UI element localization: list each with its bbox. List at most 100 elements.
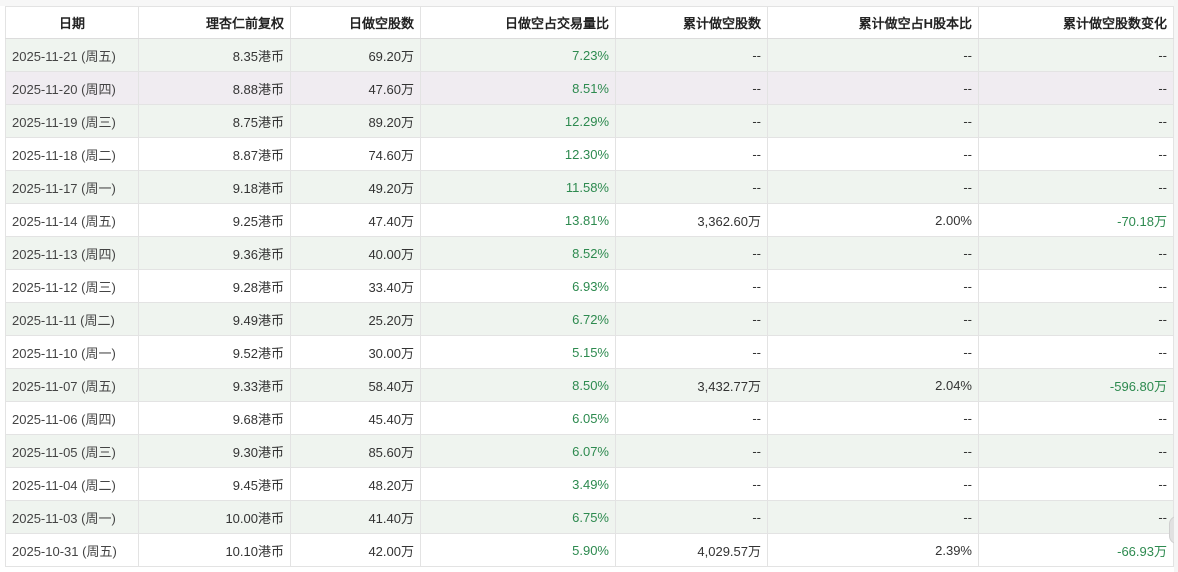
cell-short-ratio: 6.07%	[420, 434, 616, 468]
cell-date: 2025-11-07 (周五)	[5, 368, 139, 402]
cell-cum-ratio: 2.04%	[767, 368, 979, 402]
cell-date: 2025-11-19 (周三)	[5, 104, 139, 138]
header-cum-ratio[interactable]: 累计做空占H股本比	[767, 6, 979, 39]
table-row[interactable]: 2025-11-14 (周五) 9.25港币 47.40万 13.81% 3,362.6…	[5, 203, 1174, 237]
cell-short-shares: 89.20万	[290, 104, 421, 138]
table-row[interactable]: 2025-11-17 (周一) 9.18港币 49.20万 11.58% -- -- --	[5, 170, 1174, 204]
cell-cum-ratio: --	[767, 302, 979, 336]
cell-cum-ratio: --	[767, 401, 979, 435]
cell-short-shares: 33.40万	[290, 269, 421, 303]
cell-short-shares: 48.20万	[290, 467, 421, 501]
cell-cum-change: -66.93万	[978, 533, 1174, 567]
cell-cum-ratio: --	[767, 335, 979, 369]
cell-date: 2025-11-11 (周二)	[5, 302, 139, 336]
cell-date: 2025-11-18 (周二)	[5, 137, 139, 171]
table-row[interactable]: 2025-11-11 (周二) 9.49港币 25.20万 6.72% -- -- --	[5, 302, 1174, 336]
cell-cum-change: --	[978, 434, 1174, 468]
cell-price: 9.36港币	[138, 236, 291, 270]
header-short-shares[interactable]: 日做空股数	[290, 6, 421, 39]
cell-cum-ratio: --	[767, 71, 979, 105]
table-row[interactable]: 2025-11-18 (周二) 8.87港币 74.60万 12.30% -- -- --	[5, 137, 1174, 171]
cell-cum-ratio: 2.39%	[767, 533, 979, 567]
table-row[interactable]: 2025-11-05 (周三) 9.30港币 85.60万 6.07% -- -- --	[5, 434, 1174, 468]
header-price[interactable]: 理杏仁前复权	[138, 6, 291, 39]
cell-price: 10.10港币	[138, 533, 291, 567]
cell-cum-change: --	[978, 38, 1174, 72]
cell-cum-short: 3,432.77万	[615, 368, 768, 402]
cell-short-ratio: 6.05%	[420, 401, 616, 435]
cell-price: 8.35港币	[138, 38, 291, 72]
cell-price: 9.49港币	[138, 302, 291, 336]
cell-date: 2025-11-21 (周五)	[5, 38, 139, 72]
cell-cum-ratio: --	[767, 170, 979, 204]
cell-cum-change: --	[978, 137, 1174, 171]
cell-date: 2025-11-17 (周一)	[5, 170, 139, 204]
cell-date: 2025-11-04 (周二)	[5, 467, 139, 501]
cell-short-ratio: 5.90%	[420, 533, 616, 567]
cell-date: 2025-11-12 (周三)	[5, 269, 139, 303]
cell-cum-short: --	[615, 269, 768, 303]
cell-cum-change: --	[978, 500, 1174, 534]
table-body: 2025-11-21 (周五) 8.35港币 69.20万 7.23% -- -- -- 20…	[5, 38, 1174, 567]
cell-cum-short: 3,362.60万	[615, 203, 768, 237]
cell-cum-short: --	[615, 236, 768, 270]
cell-cum-change: --	[978, 170, 1174, 204]
cell-date: 2025-11-10 (周一)	[5, 335, 139, 369]
cell-price: 9.28港币	[138, 269, 291, 303]
cell-cum-short: --	[615, 335, 768, 369]
short-selling-table-view: 日期 理杏仁前复权 日做空股数 日做空占交易量比 累计做空股数 累计做空占H股本…	[0, 0, 1178, 572]
header-short-ratio[interactable]: 日做空占交易量比	[420, 6, 616, 39]
table-row[interactable]: 2025-11-06 (周四) 9.68港币 45.40万 6.05% -- -- --	[5, 401, 1174, 435]
cell-cum-short: --	[615, 434, 768, 468]
header-cum-change[interactable]: 累计做空股数变化	[978, 6, 1174, 39]
cell-short-ratio: 8.51%	[420, 71, 616, 105]
cell-cum-short: 4,029.57万	[615, 533, 768, 567]
cell-short-ratio: 8.50%	[420, 368, 616, 402]
cell-date: 2025-11-14 (周五)	[5, 203, 139, 237]
cell-short-ratio: 12.30%	[420, 137, 616, 171]
cell-short-shares: 47.40万	[290, 203, 421, 237]
cell-short-ratio: 13.81%	[420, 203, 616, 237]
table-row[interactable]: 2025-11-21 (周五) 8.35港币 69.20万 7.23% -- -- --	[5, 38, 1174, 72]
cell-price: 9.52港币	[138, 335, 291, 369]
table-row[interactable]: 2025-11-04 (周二) 9.45港币 48.20万 3.49% -- -- --	[5, 467, 1174, 501]
header-cum-short[interactable]: 累计做空股数	[615, 6, 768, 39]
table-row[interactable]: 2025-11-10 (周一) 9.52港币 30.00万 5.15% -- -- --	[5, 335, 1174, 369]
cell-cum-short: --	[615, 467, 768, 501]
cell-cum-ratio: --	[767, 137, 979, 171]
cell-short-shares: 85.60万	[290, 434, 421, 468]
table-row[interactable]: 2025-11-19 (周三) 8.75港币 89.20万 12.29% -- -- --	[5, 104, 1174, 138]
cell-price: 9.18港币	[138, 170, 291, 204]
cell-short-shares: 41.40万	[290, 500, 421, 534]
cell-price: 8.88港币	[138, 71, 291, 105]
cell-cum-change: --	[978, 302, 1174, 336]
cell-short-shares: 69.20万	[290, 38, 421, 72]
table-row[interactable]: 2025-11-20 (周四) 8.88港币 47.60万 8.51% -- -- --	[5, 71, 1174, 105]
cell-short-shares: 40.00万	[290, 236, 421, 270]
cell-cum-change: --	[978, 467, 1174, 501]
cell-cum-ratio: --	[767, 434, 979, 468]
table-row[interactable]: 2025-11-13 (周四) 9.36港币 40.00万 8.52% -- -- --	[5, 236, 1174, 270]
table-row[interactable]: 2025-11-07 (周五) 9.33港币 58.40万 8.50% 3,432.77…	[5, 368, 1174, 402]
header-date[interactable]: 日期	[5, 6, 139, 39]
cell-cum-ratio: --	[767, 38, 979, 72]
table-row[interactable]: 2025-10-31 (周五) 10.10港币 42.00万 5.90% 4,029.5…	[5, 533, 1174, 567]
cell-short-ratio: 12.29%	[420, 104, 616, 138]
cell-date: 2025-11-03 (周一)	[5, 500, 139, 534]
cell-short-shares: 58.40万	[290, 368, 421, 402]
cell-price: 9.30港币	[138, 434, 291, 468]
cell-cum-ratio: --	[767, 467, 979, 501]
cell-short-shares: 42.00万	[290, 533, 421, 567]
cell-cum-short: --	[615, 170, 768, 204]
cell-cum-change: -70.18万	[978, 203, 1174, 237]
cell-short-shares: 74.60万	[290, 137, 421, 171]
cell-date: 2025-11-20 (周四)	[5, 71, 139, 105]
cell-date: 2025-10-31 (周五)	[5, 533, 139, 567]
cell-price: 9.25港币	[138, 203, 291, 237]
cell-price: 9.33港币	[138, 368, 291, 402]
table-row[interactable]: 2025-11-03 (周一) 10.00港币 41.40万 6.75% -- -- --	[5, 500, 1174, 534]
cell-cum-change: --	[978, 236, 1174, 270]
table-row[interactable]: 2025-11-12 (周三) 9.28港币 33.40万 6.93% -- -- --	[5, 269, 1174, 303]
cell-short-ratio: 5.15%	[420, 335, 616, 369]
cell-short-ratio: 6.93%	[420, 269, 616, 303]
